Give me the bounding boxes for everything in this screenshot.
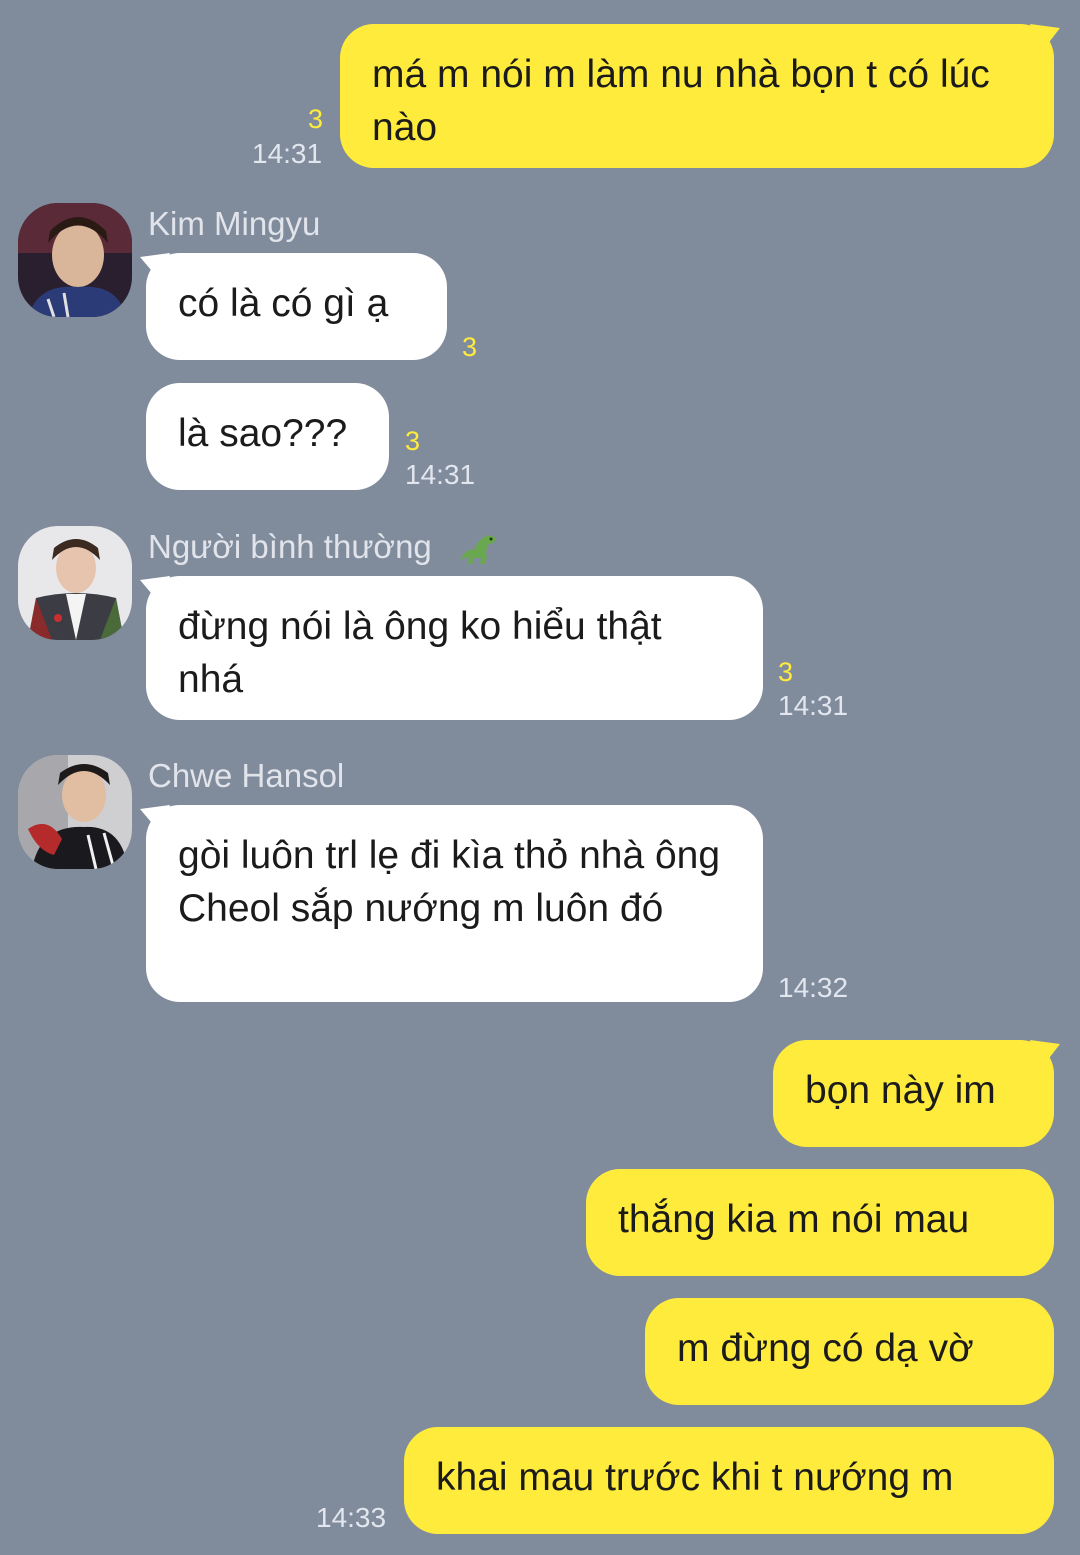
my-message-bubble[interactable]: má m nói m làm nu nhà bọn t có lúc nào — [340, 24, 1054, 168]
bubble-tail — [140, 805, 170, 835]
message-text: có là có gì ạ — [178, 282, 389, 325]
message-time: 14:31 — [778, 690, 849, 721]
bubble-tail — [1030, 24, 1060, 54]
avatar-chwe-hansol[interactable] — [18, 755, 132, 869]
unread-count: 3 — [308, 104, 324, 134]
my-message-bubble[interactable]: thắng kia m nói mau — [586, 1169, 1054, 1276]
message-bubble[interactable]: là sao??? — [146, 383, 389, 490]
message-text: m đừng có dạ vờ — [677, 1327, 974, 1370]
message-bubble[interactable]: đừng nói là ông ko hiểu thật nhá — [146, 576, 763, 720]
bubble-tail — [1030, 1040, 1060, 1070]
bubble-tail — [140, 253, 170, 283]
sender-name: Người bình thường — [148, 528, 432, 566]
message-text: gòi luôn trl lẹ đi kìa thỏ nhà ông Cheol… — [178, 834, 721, 930]
message-time: 14:31 — [405, 459, 476, 490]
unread-count: 3 — [405, 426, 421, 456]
sender-name: Chwe Hansol — [148, 757, 345, 794]
message-text: là sao??? — [178, 412, 348, 455]
message-time: 14:32 — [778, 972, 849, 1003]
message-bubble[interactable]: gòi luôn trl lẹ đi kìa thỏ nhà ông Cheol… — [146, 805, 763, 1002]
message-bubble[interactable]: có là có gì ạ — [146, 253, 447, 360]
my-message-bubble[interactable]: bọn này im — [773, 1040, 1054, 1147]
bubble-tail — [140, 576, 170, 606]
message-text: má m nói m làm nu nhà bọn t có lúc nào — [372, 53, 990, 149]
sender-name: Kim Mingyu — [148, 205, 321, 242]
dinosaur-icon — [460, 535, 496, 564]
message-text: bọn này im — [805, 1069, 996, 1112]
sender-name-text: Người bình thường — [148, 528, 432, 565]
avatar-kim-mingyu[interactable] — [18, 203, 132, 317]
my-message-bubble[interactable]: m đừng có dạ vờ — [645, 1298, 1054, 1405]
unread-count: 3 — [778, 657, 794, 687]
avatar-nguoi-binh-thuong[interactable] — [18, 526, 132, 640]
message-time: 14:31 — [252, 138, 323, 169]
message-text: đừng nói là ông ko hiểu thật nhá — [178, 605, 662, 701]
message-time: 14:33 — [316, 1502, 387, 1533]
unread-count: 3 — [462, 332, 478, 362]
my-message-bubble[interactable]: khai mau trước khi t nướng m — [404, 1427, 1054, 1534]
chat-screen: { "messages": [ {"text": "má m nói m làm… — [0, 0, 1080, 1555]
message-text: khai mau trước khi t nướng m — [436, 1456, 954, 1499]
message-text: thắng kia m nói mau — [618, 1198, 970, 1241]
